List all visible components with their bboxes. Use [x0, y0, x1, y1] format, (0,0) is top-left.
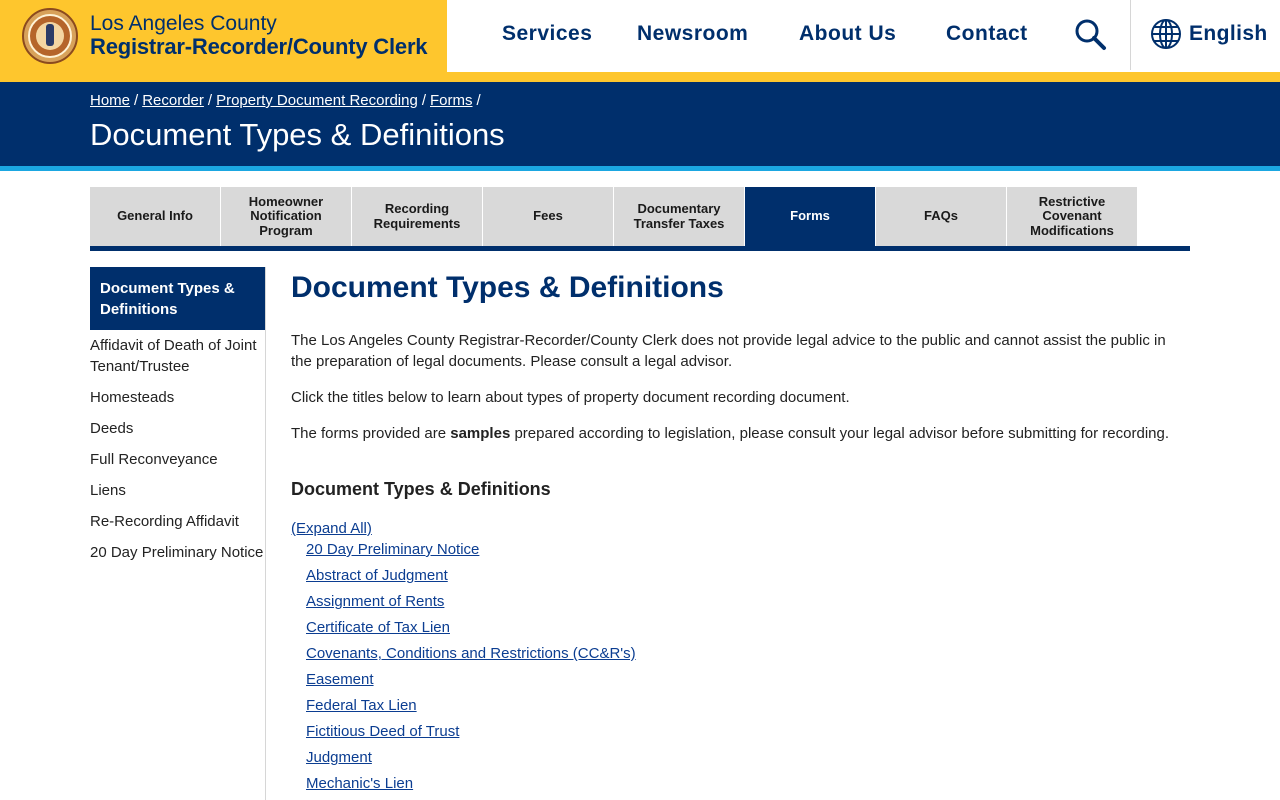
sidebar-item-homesteads[interactable]: Homesteads	[90, 387, 265, 408]
samples-notice-start: The forms provided are	[291, 425, 451, 442]
sidebar-nav: Document Types & Definitions Affidavit o…	[90, 267, 265, 561]
header-accent-bar	[0, 72, 1280, 82]
county-seal-icon	[22, 8, 78, 64]
doc-link-abstract-of-judgment[interactable]: Abstract of Judgment	[306, 567, 448, 584]
site-header: Los Angeles County Registrar-Recorder/Co…	[0, 0, 1280, 72]
section-tabs: General Info Homeowner Notification Prog…	[90, 187, 1190, 252]
doc-link-easement[interactable]: Easement	[306, 671, 374, 688]
tab-faqs[interactable]: FAQs	[876, 187, 1006, 246]
brand-text: Los Angeles County Registrar-Recorder/Co…	[90, 12, 428, 60]
sidebar-item-deeds[interactable]: Deeds	[90, 418, 265, 439]
breadcrumb: Home / Recorder / Property Document Recordin…	[90, 92, 481, 109]
tab-forms[interactable]: Forms	[745, 187, 875, 246]
doc-link-judgment[interactable]: Judgment	[306, 749, 372, 766]
nav-contact[interactable]: Contact	[946, 22, 1028, 46]
tab-documentary-transfer-taxes[interactable]: Documentary Transfer Taxes	[614, 187, 744, 246]
page-title: Document Types & Definitions	[90, 117, 505, 152]
sidebar-item-full-reconveyance[interactable]: Full Reconveyance	[90, 449, 265, 470]
doc-link-fictitious-deed-of-trust[interactable]: Fictitious Deed of Trust	[306, 723, 459, 740]
language-selector[interactable]: English	[1150, 18, 1268, 50]
sidebar-item-20-day-preliminary-notice[interactable]: 20 Day Preliminary Notice	[90, 542, 265, 563]
doc-link-20-day-preliminary-notice[interactable]: 20 Day Preliminary Notice	[306, 541, 479, 558]
brand-department: Registrar-Recorder/County Clerk	[90, 34, 428, 60]
sidebar-divider	[265, 267, 266, 800]
tab-fees[interactable]: Fees	[483, 187, 613, 246]
brand-county: Los Angeles County	[90, 12, 277, 36]
sidebar-item-affidavit-of-death[interactable]: Affidavit of Death of Joint Tenant/Trust…	[90, 335, 265, 377]
sidebar-item-re-recording-affidavit[interactable]: Re-Recording Affidavit	[90, 511, 265, 532]
doc-link-certificate-of-tax-lien[interactable]: Certificate of Tax Lien	[306, 619, 450, 636]
header-divider	[1130, 0, 1131, 70]
tab-restrictive-covenant-modifications[interactable]: Restrictive Covenant Modifications	[1007, 187, 1137, 246]
brand-logo-link[interactable]: Los Angeles County Registrar-Recorder/Co…	[0, 0, 447, 72]
sidebar-item-liens[interactable]: Liens	[90, 480, 265, 501]
language-label: English	[1189, 22, 1268, 45]
doc-link-assignment-of-rents[interactable]: Assignment of Rents	[306, 593, 444, 610]
breadcrumb-forms[interactable]: Forms	[430, 92, 473, 109]
samples-emphasis: samples	[450, 425, 511, 442]
samples-notice: The forms provided are samples prepared …	[291, 423, 1190, 444]
globe-icon	[1151, 19, 1181, 49]
doc-link-mechanics-lien[interactable]: Mechanic's Lien	[306, 775, 413, 792]
instructions-text: Click the titles below to learn about ty…	[291, 389, 850, 406]
legal-disclaimer: The Los Angeles County Registrar-Recorde…	[291, 332, 1166, 370]
breadcrumb-home[interactable]: Home	[90, 92, 130, 109]
tab-general-info[interactable]: General Info	[90, 187, 220, 246]
doc-link-federal-tax-lien[interactable]: Federal Tax Lien	[306, 697, 417, 714]
document-types-heading: Document Types & Definitions	[291, 479, 551, 499]
samples-notice-end: prepared according to legislation, pleas…	[510, 425, 1170, 442]
search-button[interactable]	[1072, 17, 1108, 53]
sidebar-item-document-types[interactable]: Document Types & Definitions	[90, 267, 265, 330]
expand-all-link[interactable]: (Expand All)	[291, 520, 372, 537]
nav-about-us[interactable]: About Us	[799, 22, 896, 46]
doc-link-ccrs[interactable]: Covenants, Conditions and Restrictions (…	[306, 645, 636, 662]
content-title: Document Types & Definitions	[291, 271, 724, 304]
page-banner: Home / Recorder / Property Document Recordin…	[0, 82, 1280, 166]
tabs-underline	[90, 246, 1190, 251]
banner-accent-line	[0, 166, 1280, 171]
nav-services[interactable]: Services	[502, 22, 592, 46]
tab-recording-requirements[interactable]: Recording Requirements	[352, 187, 482, 246]
nav-newsroom[interactable]: Newsroom	[637, 22, 748, 46]
breadcrumb-recorder[interactable]: Recorder	[142, 92, 204, 109]
search-icon	[1075, 19, 1106, 50]
tab-homeowner-notification-program[interactable]: Homeowner Notification Program	[221, 187, 351, 246]
breadcrumb-property-document-recording[interactable]: Property Document Recording	[216, 92, 418, 109]
